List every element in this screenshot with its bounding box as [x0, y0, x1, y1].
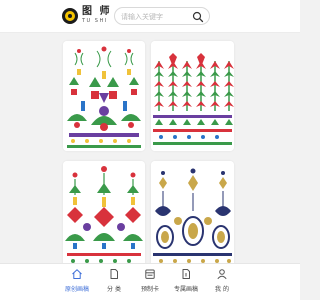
- pattern-thumbnail: [63, 161, 145, 263]
- tab-label: 预制卡: [140, 286, 159, 293]
- user-icon: [217, 269, 227, 280]
- file-icon: [110, 269, 118, 279]
- tab-label: 原创画稿: [64, 286, 89, 293]
- tab-profile[interactable]: 我 的: [204, 268, 240, 298]
- search-box[interactable]: [114, 7, 210, 25]
- brand-name-cn: 图 师: [82, 6, 112, 17]
- tab-label: 分 类: [107, 286, 121, 293]
- brand-name-en: TU SHI: [82, 18, 108, 24]
- folder-icon: [182, 269, 190, 279]
- home-icon: [72, 269, 82, 279]
- pattern-card[interactable]: [63, 41, 145, 151]
- tab-categories[interactable]: 分 类: [96, 268, 132, 298]
- tab-label: 专属画稿: [173, 286, 198, 293]
- tab-exclusive-drafts[interactable]: 专属画稿: [168, 268, 204, 298]
- pattern-card[interactable]: [63, 161, 145, 263]
- pattern-thumbnail: [63, 41, 145, 151]
- pattern-gallery: [0, 33, 300, 263]
- card-icon: [145, 269, 155, 279]
- tab-original-drafts[interactable]: 原创画稿: [59, 268, 95, 298]
- pattern-thumbnail: [151, 41, 234, 151]
- tab-prefab-cards[interactable]: 预制卡: [132, 268, 168, 298]
- bottom-tab-bar: 原创画稿 分 类 预制卡 专属画稿 我 的: [0, 263, 300, 300]
- pattern-card[interactable]: [151, 161, 234, 263]
- search-icon[interactable]: [192, 11, 204, 23]
- pattern-card[interactable]: [151, 41, 234, 151]
- logo-icon: [62, 8, 78, 24]
- pattern-thumbnail: [151, 161, 234, 263]
- brand: 图 师 TU SHI: [82, 6, 112, 28]
- search-input[interactable]: [121, 10, 191, 23]
- tab-label: 我 的: [215, 286, 229, 293]
- top-header: 图 师 TU SHI: [0, 0, 300, 33]
